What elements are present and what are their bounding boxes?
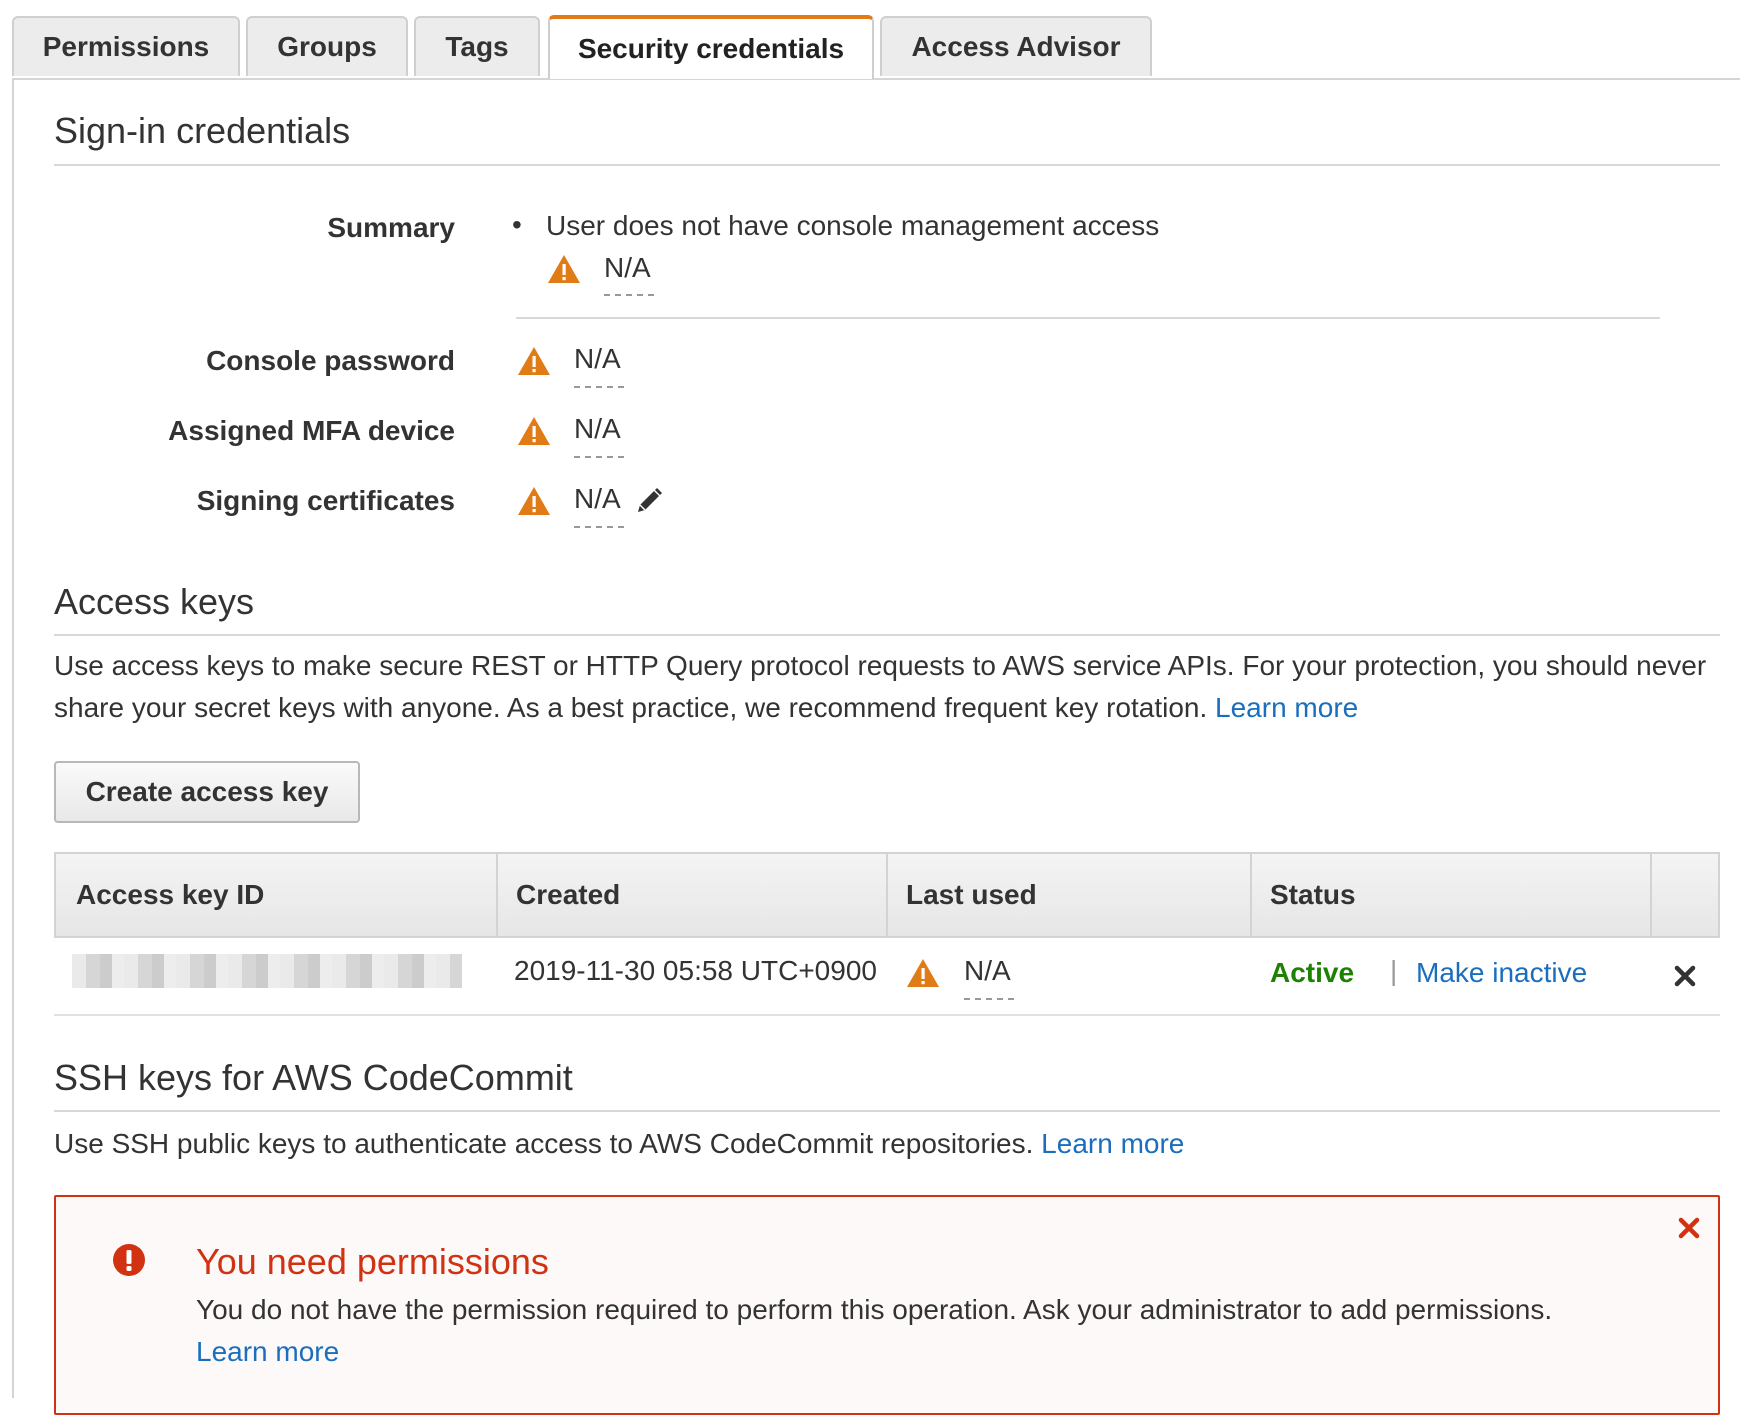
access-keys-description: Use access keys to make secure REST or H… [54,645,1714,729]
permissions-alert: You need permissions You do not have the… [54,1195,1720,1415]
summary-bullet: • [512,209,522,240]
warning-icon [518,487,550,515]
access-keys-description-text: Use access keys to make secure REST or H… [54,650,1707,723]
dashed-underline [604,294,654,296]
warning-icon [518,347,550,375]
content-frame [12,78,14,1398]
warning-icon [548,255,580,283]
summary-divider [516,317,1660,319]
tab-groups[interactable]: Groups [246,16,408,76]
error-icon [113,1244,145,1276]
access-keys-title: Access keys [54,581,255,622]
alert-title: You need permissions [196,1241,549,1282]
ssh-learn-more-link[interactable]: Learn more [1041,1128,1184,1159]
tab-permissions[interactable]: Permissions [12,16,240,76]
column-divider [1650,854,1652,936]
dashed-underline [574,386,624,388]
remove-icon[interactable] [1674,965,1696,987]
warning-icon [518,417,550,445]
warning-icon [907,959,939,987]
create-access-key-button[interactable]: Create access key [54,761,360,823]
console-password-label: Console password [206,345,455,376]
column-header-status[interactable]: Status [1250,854,1650,936]
ssh-description-text: Use SSH public keys to authenticate acce… [54,1128,1034,1159]
pencil-icon[interactable] [634,486,664,516]
dashed-underline [964,998,1014,1000]
summary-label: Summary [327,212,455,243]
tab-bar: Permissions Groups Tags Security credent… [12,14,1740,80]
divider [54,634,1720,636]
alert-learn-more-link[interactable]: Learn more [196,1331,1552,1373]
last-used-value: N/A [964,955,1011,986]
mfa-label: Assigned MFA device [168,415,455,446]
column-header-access-key-id[interactable]: Access key ID [56,854,496,936]
divider [54,164,1720,166]
tab-security-credentials[interactable]: Security credentials [548,15,874,79]
column-header-last-used[interactable]: Last used [886,854,1250,936]
created-value: 2019-11-30 05:58 UTC+0900 [514,955,877,986]
signin-section-title: Sign-in credentials [54,110,351,151]
access-keys-table-header: Access key ID Created Last used Status [54,852,1720,938]
access-keys-learn-more-link[interactable]: Learn more [1215,692,1358,723]
divider [54,1110,1720,1112]
console-password-value: N/A [574,343,621,374]
alert-message: You do not have the permission required … [196,1294,1553,1325]
alert-body: You do not have the permission required … [196,1289,1552,1373]
ssh-keys-title: SSH keys for AWS CodeCommit [54,1057,573,1098]
close-icon[interactable] [1678,1217,1700,1239]
status-badge: Active [1270,957,1355,988]
signing-certificates-label: Signing certificates [196,485,455,516]
separator: | [1390,955,1398,986]
ssh-description: Use SSH public keys to authenticate acce… [54,1123,1714,1165]
tab-access-advisor[interactable]: Access Advisor [880,16,1152,76]
dashed-underline [574,526,624,528]
summary-value: N/A [604,252,651,283]
mfa-value: N/A [574,413,621,444]
table-row: 2019-11-30 05:58 UTC+0900 N/A Active | M… [54,938,1720,1016]
dashed-underline [574,456,624,458]
tab-tags[interactable]: Tags [414,16,540,76]
make-inactive-link[interactable]: Make inactive [1416,957,1587,989]
access-key-id-redacted [72,954,462,988]
signing-certificates-value: N/A [574,483,621,514]
column-header-created[interactable]: Created [496,854,886,936]
summary-text: User does not have console management ac… [546,210,1160,241]
